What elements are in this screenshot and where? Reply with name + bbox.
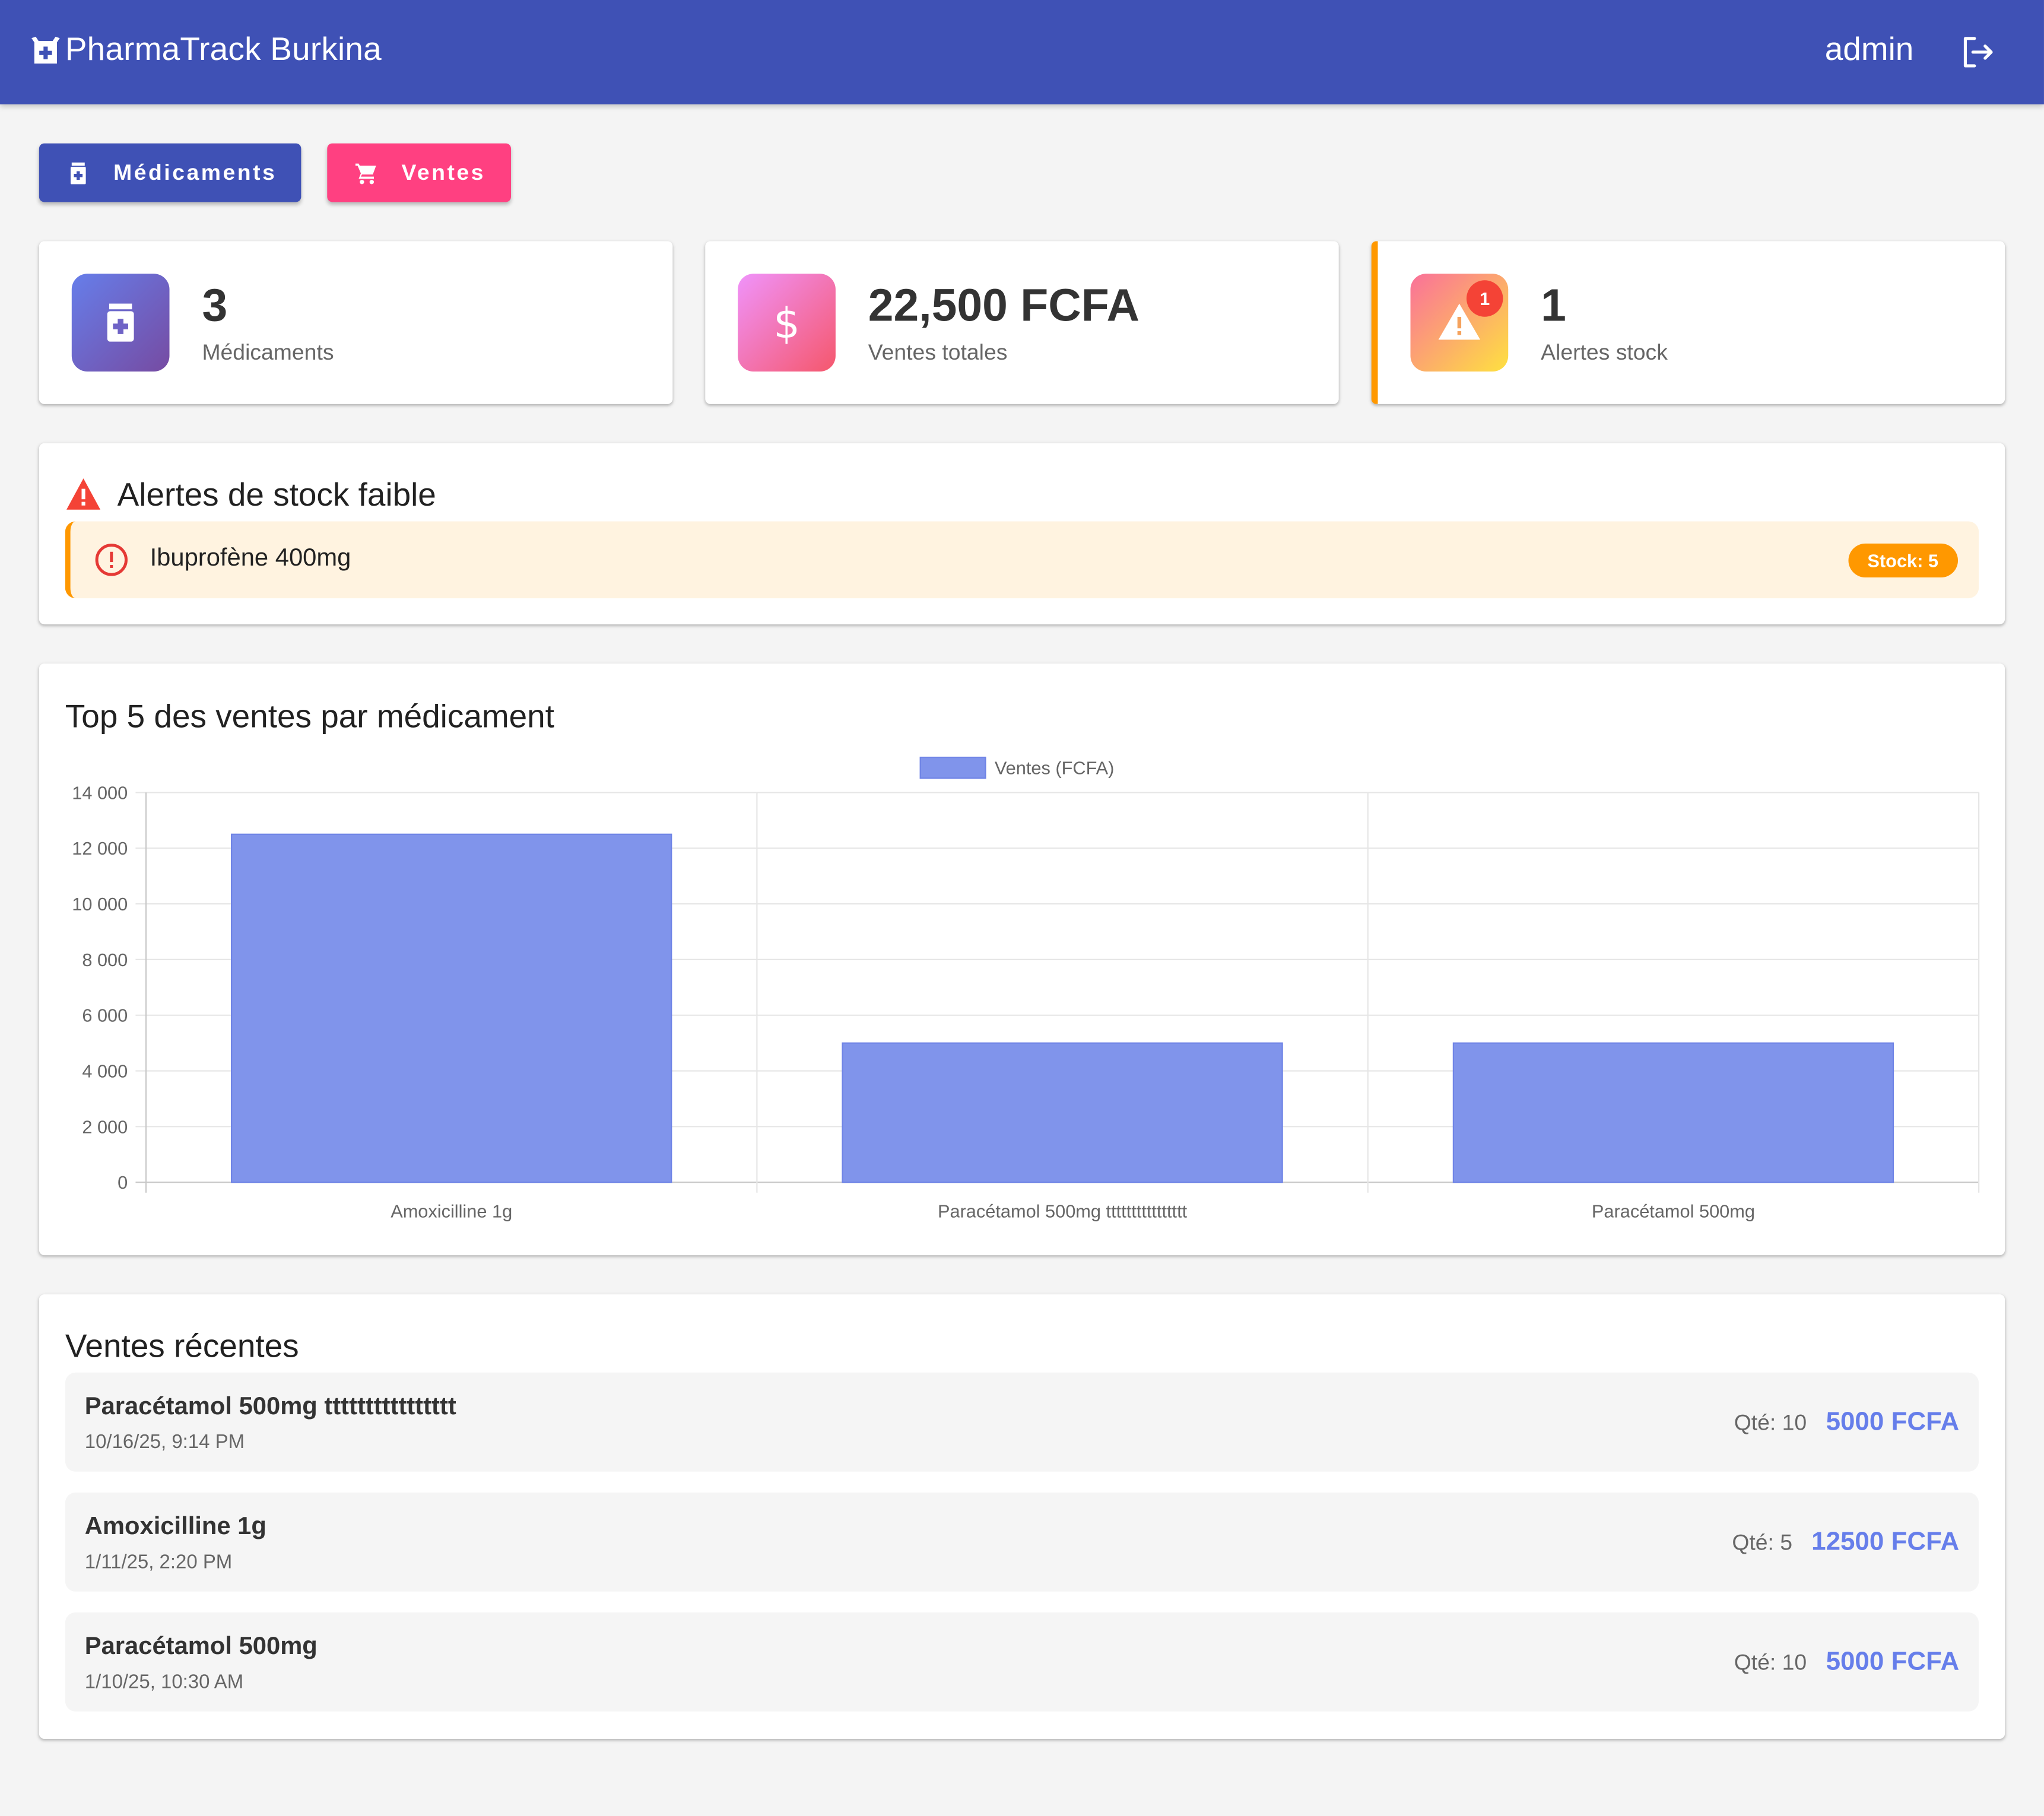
sale-amount: 5000 FCFA — [1826, 1647, 1960, 1677]
y-tick-label: 8 000 — [82, 950, 128, 970]
alert-count-badge: 1 — [1466, 280, 1503, 317]
bar — [842, 1042, 1283, 1183]
stat-icon-box: $ — [738, 274, 836, 372]
alerts-title: Alertes de stock faible — [117, 477, 436, 514]
sale-product-name: Paracétamol 500mg tttttttttttttttt — [84, 1393, 456, 1421]
sale-product-name: Paracétamol 500mg — [84, 1633, 318, 1661]
stock-alerts-card: Alertes de stock faible Ibuprofène 400mg… — [39, 443, 2005, 625]
sales-bar-chart: 0 2 000 4 000 6 000 8 000 10 000 12 000 14 000 A… — [72, 757, 1980, 1221]
stat-card-medicaments: 3 Médicaments — [39, 241, 673, 404]
stat-value: 3 — [202, 280, 228, 331]
y-tick-label: 10 000 — [72, 894, 128, 915]
legend-label: Ventes (FCFA) — [995, 758, 1115, 779]
sale-quantity: Qté: 10 — [1734, 1410, 1807, 1436]
ventes-label: Ventes — [401, 160, 485, 185]
app-title: PharmaTrack Burkina — [65, 31, 382, 68]
x-tick-label: Paracétamol 500mg tttttttttttttttt — [938, 1201, 1188, 1221]
top-sales-chart-card: Top 5 des ventes par médicament 02 000 4 … — [39, 663, 2005, 1256]
sale-quantity: Qté: 10 — [1734, 1650, 1807, 1675]
svg-text:$: $ — [773, 300, 800, 345]
sale-row[interactable]: Amoxicilline 1g 1/11/25, 2:20 PM Qté: 5 … — [65, 1492, 1979, 1592]
sale-amount: 5000 FCFA — [1826, 1408, 1960, 1437]
logout-icon[interactable] — [1959, 34, 1995, 70]
medication-icon — [107, 303, 134, 342]
recent-sales-card: Ventes récentes Paracétamol 500mg tttttt… — [39, 1294, 2005, 1739]
sale-date: 10/16/25, 9:14 PM — [84, 1431, 245, 1453]
stat-icon-box — [71, 274, 170, 372]
sale-amount: 12500 FCFA — [1811, 1528, 1960, 1557]
warning-icon — [66, 478, 101, 510]
medicaments-label: Médicaments — [113, 160, 277, 185]
sale-row[interactable]: Paracétamol 500mg tttttttttttttttt 10/16… — [65, 1372, 1979, 1472]
stock-chip: Stock: 5 — [1848, 543, 1958, 578]
medication-icon — [70, 162, 86, 185]
y-tick-label: 12 000 — [72, 838, 128, 859]
y-tick-label: 4 000 — [82, 1061, 128, 1081]
stat-value: 22,500 FCFA — [868, 280, 1140, 331]
recent-sales-title: Ventes récentes — [65, 1328, 299, 1365]
x-tick-label: Amoxicilline 1g — [391, 1201, 512, 1221]
stat-card-ventes: $ 22,500 FCFA Ventes totales — [705, 241, 1339, 404]
y-tick-label: 0 — [118, 1172, 128, 1193]
medicaments-button[interactable]: Médicaments — [39, 143, 301, 202]
stat-value: 1 — [1541, 280, 1566, 331]
error-icon — [95, 544, 128, 576]
ventes-button[interactable]: Ventes — [327, 143, 511, 202]
sale-date: 1/11/25, 2:20 PM — [84, 1551, 233, 1574]
stat-card-alertes: 1 1 Alertes stock — [1371, 241, 2005, 404]
user-name: admin — [1824, 31, 1914, 68]
x-tick-label: Paracétamol 500mg — [1592, 1201, 1755, 1221]
cart-icon — [355, 163, 376, 185]
sale-product-name: Amoxicilline 1g — [84, 1513, 266, 1541]
legend-swatch — [919, 757, 986, 779]
y-tick-label: 14 000 — [72, 782, 128, 803]
stat-label: Médicaments — [202, 340, 334, 365]
sale-row[interactable]: Paracétamol 500mg 1/10/25, 10:30 AM Qté:… — [65, 1612, 1979, 1712]
alert-item-name: Ibuprofène 400mg — [150, 545, 351, 573]
y-tick-label: 6 000 — [82, 1005, 128, 1026]
bar — [1452, 1042, 1894, 1183]
medication-icon — [31, 36, 60, 64]
dollar-icon: $ — [773, 300, 800, 345]
app-bar: PharmaTrack Burkina admin — [0, 0, 2044, 104]
bar — [231, 833, 672, 1183]
stat-label: Alertes stock — [1541, 340, 1668, 365]
stat-icon-box: 1 — [1410, 274, 1509, 372]
stat-label: Ventes totales — [868, 340, 1008, 365]
sale-quantity: Qté: 5 — [1732, 1530, 1793, 1555]
sale-date: 1/10/25, 10:30 AM — [84, 1671, 244, 1694]
y-tick-label: 2 000 — [82, 1116, 128, 1137]
alert-item: Ibuprofène 400mg Stock: 5 — [65, 521, 1979, 599]
